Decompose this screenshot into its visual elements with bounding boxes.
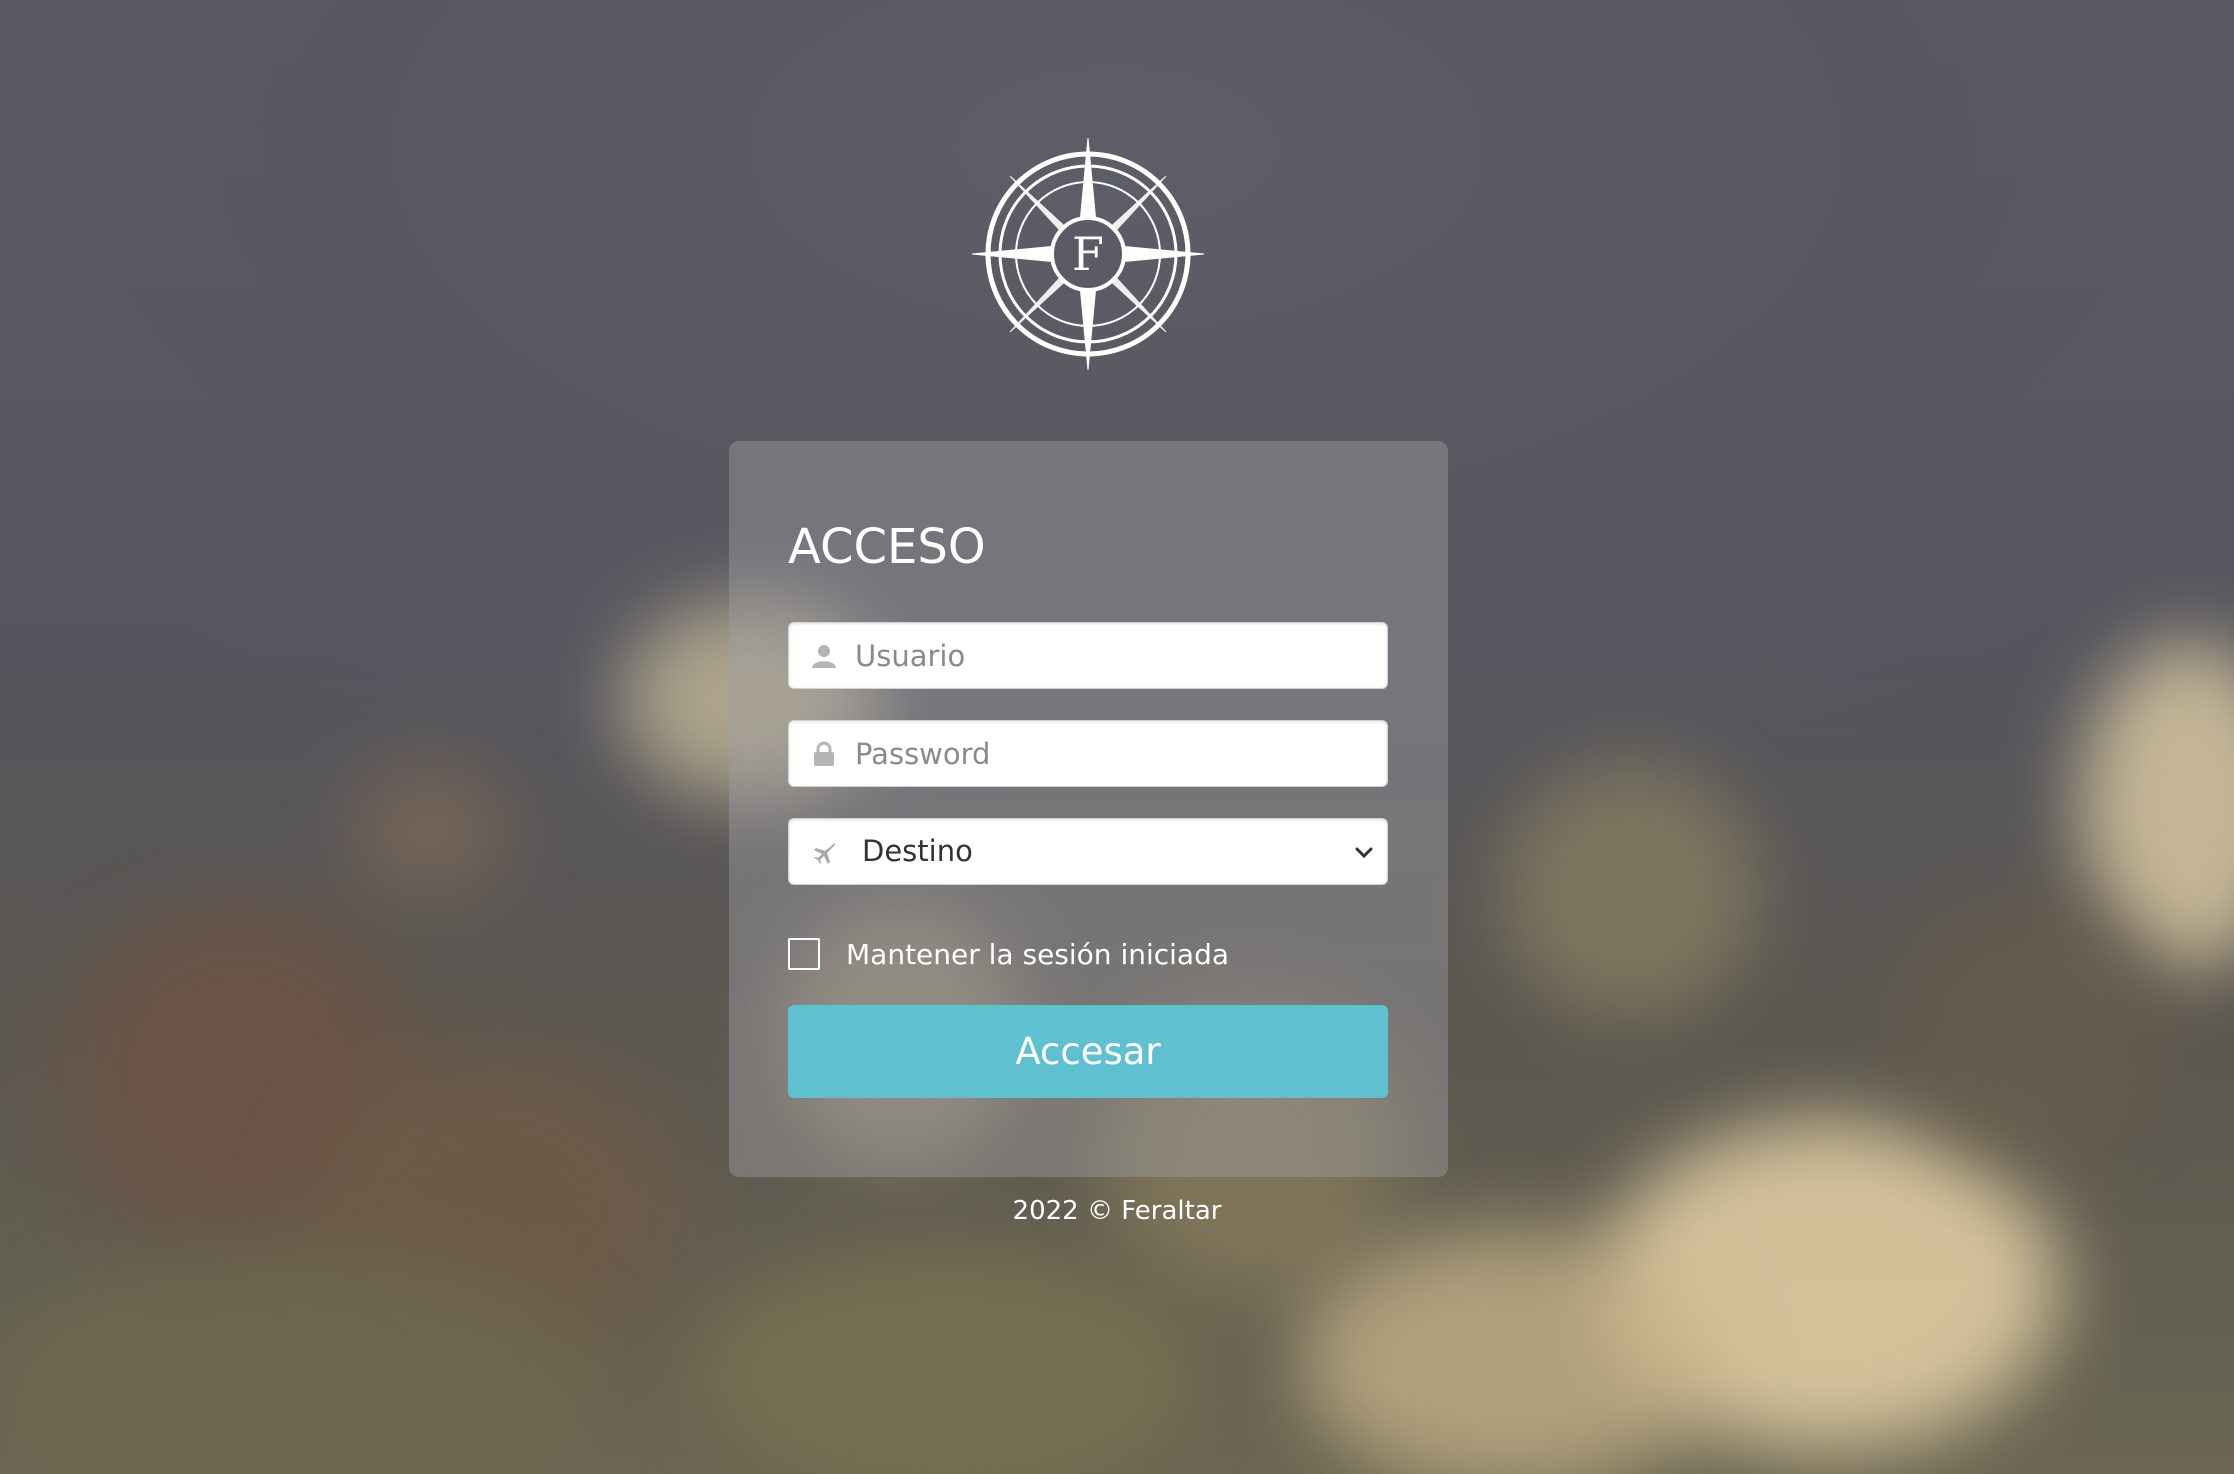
password-input[interactable] (855, 721, 1355, 786)
compass-rose-logo: F (970, 136, 1206, 372)
remember-checkbox[interactable] (788, 938, 820, 970)
lock-icon (814, 741, 834, 766)
username-field[interactable] (788, 622, 1388, 689)
login-title: ACCESO (788, 519, 986, 575)
remember-session[interactable]: Mantener la sesión iniciada (788, 935, 1229, 973)
submit-button[interactable]: Accesar (788, 1005, 1388, 1098)
user-icon (812, 645, 836, 668)
destination-select[interactable]: Destino (788, 818, 1388, 885)
destination-value: Destino (862, 834, 973, 868)
username-input[interactable] (855, 623, 1355, 688)
svg-text:F: F (1072, 227, 1104, 281)
login-card: ACCESO Destino Mantener la sesión inicia… (729, 441, 1448, 1177)
footer-copyright: 2022 © Feraltar (1012, 1196, 1222, 1226)
plane-icon (814, 843, 835, 864)
chevron-down-icon (1355, 847, 1373, 859)
remember-label: Mantener la sesión iniciada (846, 937, 1230, 971)
password-field[interactable] (788, 720, 1388, 787)
